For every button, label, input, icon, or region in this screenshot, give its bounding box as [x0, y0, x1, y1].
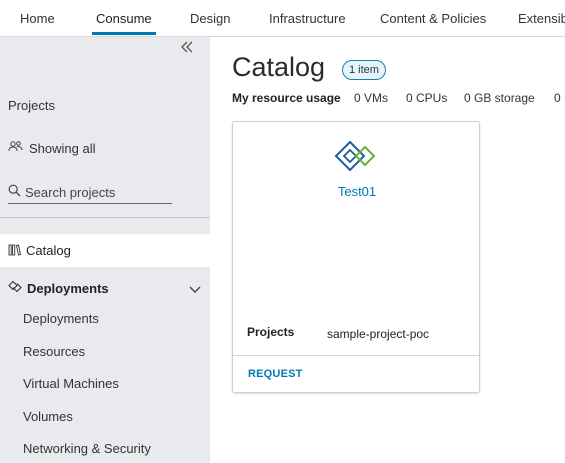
project-search: [8, 182, 172, 204]
search-icon: [8, 184, 21, 202]
sidebar-item-networking-security[interactable]: Networking & Security: [23, 441, 151, 456]
catalog-icon: [8, 243, 22, 259]
sidebar-item-resources[interactable]: Resources: [23, 344, 85, 359]
showing-all-label: Showing all: [29, 140, 96, 156]
sidebar-item-volumes[interactable]: Volumes: [23, 409, 73, 424]
tab-design[interactable]: Design: [190, 0, 230, 36]
sidebar: Projects Showing all Catalog: [0, 37, 210, 463]
sidebar-group-deployments[interactable]: Deployments: [0, 273, 210, 303]
catalog-item-name[interactable]: Test01: [233, 184, 481, 199]
users-icon: [8, 140, 23, 156]
sidebar-item-label: Catalog: [26, 243, 71, 258]
top-nav: Home Consume Design Infrastructure Conte…: [0, 0, 565, 37]
chevron-down-icon[interactable]: [189, 282, 201, 297]
projects-label: Projects: [8, 98, 55, 113]
item-count-badge: 1 item: [342, 60, 386, 80]
sidebar-item-deployments[interactable]: Deployments: [23, 311, 99, 326]
sidebar-divider: [0, 217, 210, 218]
page-title: Catalog: [232, 52, 326, 82]
deployments-icon: [8, 280, 22, 296]
tab-consume[interactable]: Consume: [92, 0, 156, 36]
tab-home[interactable]: Home: [20, 0, 55, 36]
search-projects-input[interactable]: [25, 185, 165, 200]
card-projects-label: Projects: [247, 325, 295, 339]
projects-filter[interactable]: Showing all: [8, 140, 96, 156]
catalog-item-logo-icon: [334, 140, 378, 183]
tab-extensibility[interactable]: Extensib: [518, 0, 565, 36]
card-divider: [233, 355, 479, 356]
usage-vms: 0 VMs: [354, 91, 389, 105]
usage-cpus: 0 CPUs: [406, 91, 448, 105]
tab-infrastructure[interactable]: Infrastructure: [269, 0, 346, 36]
card-projects-value: sample-project-poc: [327, 327, 430, 341]
resource-usage-label: My resource usage: [232, 91, 341, 105]
usage-more: 0: [554, 91, 561, 105]
request-button[interactable]: REQUEST: [248, 368, 303, 380]
sidebar-item-catalog[interactable]: Catalog: [0, 234, 210, 267]
sidebar-group-label: Deployments: [27, 280, 109, 296]
catalog-item-card[interactable]: Test01 Projects sample-project-poc REQUE…: [232, 121, 480, 393]
tab-content-policies[interactable]: Content & Policies: [380, 0, 486, 36]
usage-storage: 0 GB storage: [464, 91, 535, 105]
sidebar-item-virtual-machines[interactable]: Virtual Machines: [23, 376, 119, 391]
double-chevron-left-icon[interactable]: [180, 40, 194, 57]
